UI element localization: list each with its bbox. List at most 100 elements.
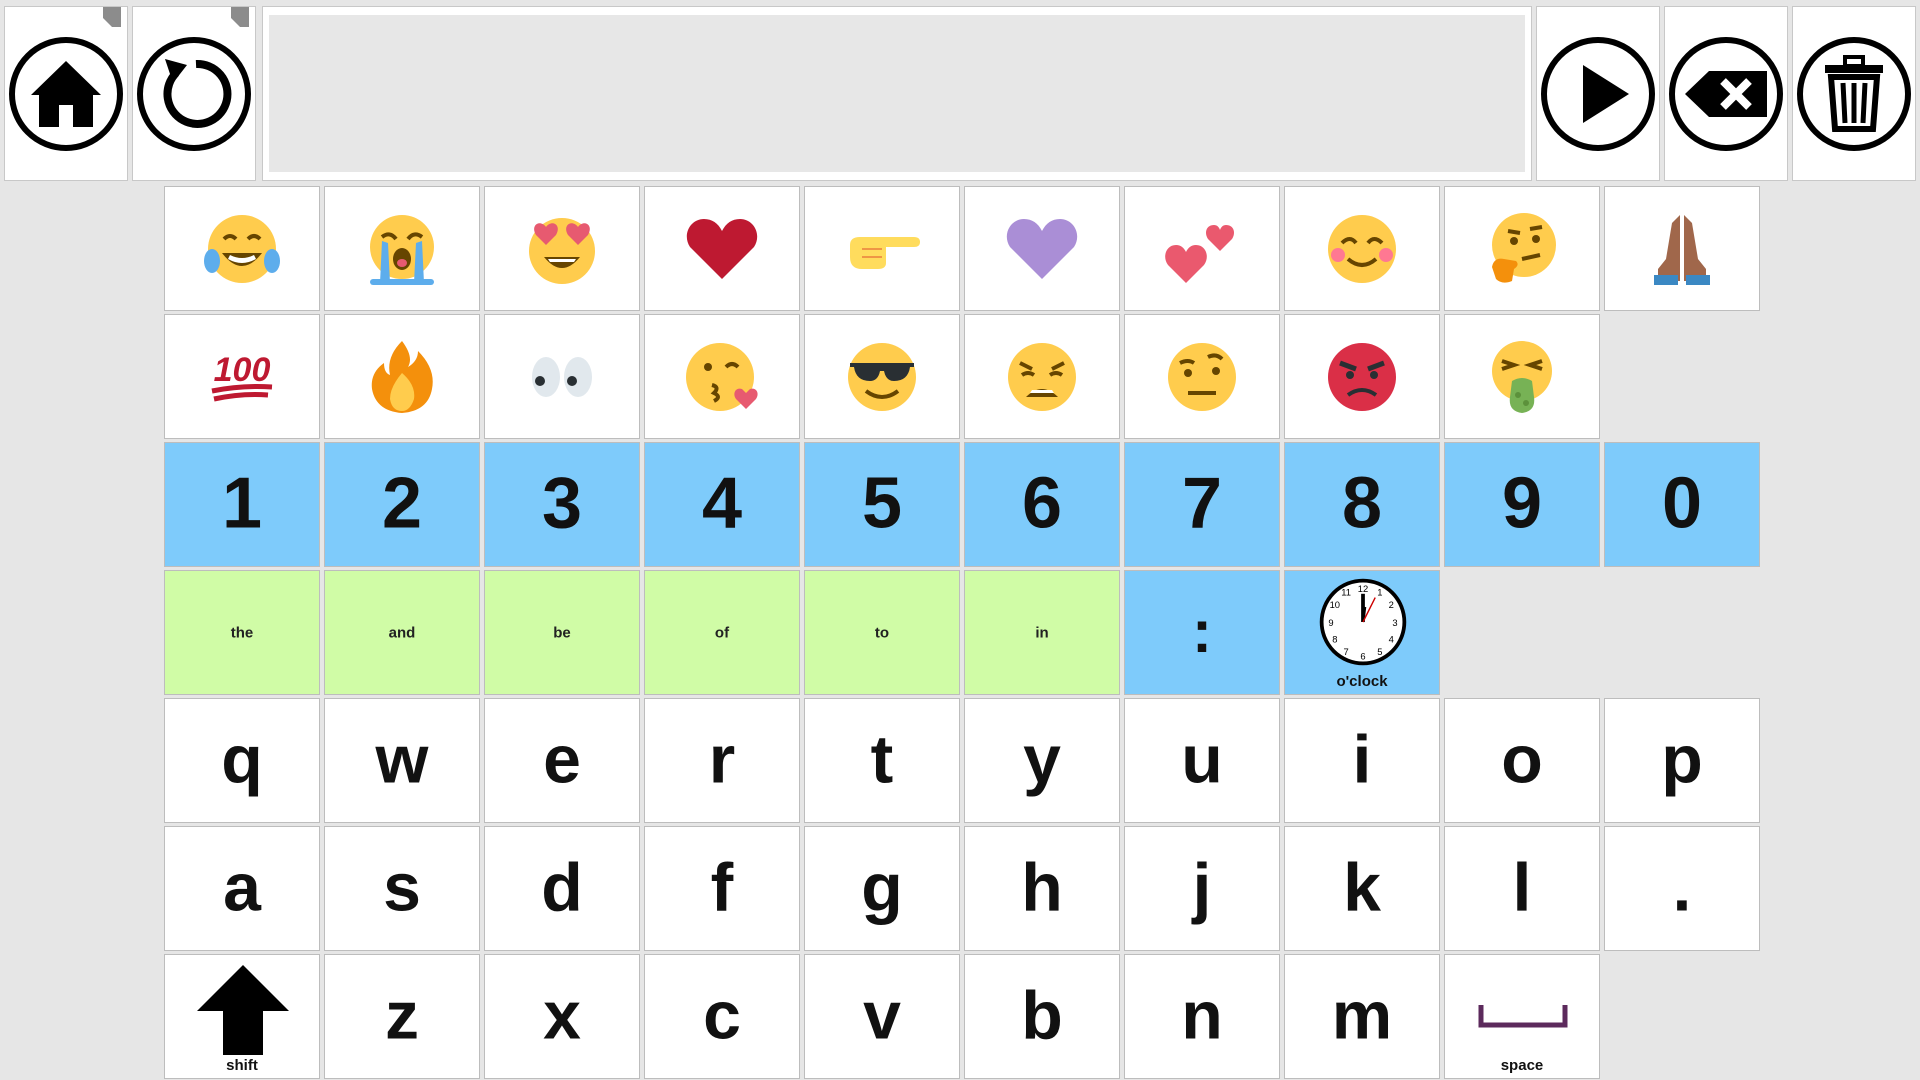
letter-key-r[interactable]: r	[644, 698, 800, 823]
letter-key-w[interactable]: w	[324, 698, 480, 823]
key-label: l	[1512, 848, 1532, 925]
key-label: h	[1021, 848, 1063, 925]
letter-key-t[interactable]: t	[804, 698, 960, 823]
letter-key-d[interactable]: d	[484, 826, 640, 951]
emoji-key-purple-heart[interactable]	[964, 186, 1120, 311]
emoji-key-pointing-right[interactable]	[804, 186, 960, 311]
period-key[interactable]: .	[1604, 826, 1760, 951]
number-key-2[interactable]: 2	[324, 442, 480, 567]
speak-button[interactable]	[1536, 6, 1660, 181]
face-with-raised-eyebrow-icon	[1168, 342, 1236, 411]
letter-key-c[interactable]: c	[644, 954, 800, 1079]
letter-key-p[interactable]: p	[1604, 698, 1760, 823]
emoji-key-tears-of-joy[interactable]	[164, 186, 320, 311]
folder-corner-icon	[231, 7, 249, 27]
message-bar[interactable]	[262, 6, 1532, 181]
word-key-the[interactable]: the	[164, 570, 320, 695]
emoji-key-raised-eyebrow[interactable]	[1124, 314, 1280, 439]
letter-key-x[interactable]: x	[484, 954, 640, 1079]
word-key-in[interactable]: in	[964, 570, 1120, 695]
face-vomiting-icon	[1492, 340, 1552, 413]
key-label: :	[1192, 597, 1212, 665]
space-key[interactable]: space	[1444, 954, 1600, 1079]
emoji-key-two-hearts[interactable]	[1124, 186, 1280, 311]
home-button[interactable]	[4, 6, 128, 181]
shift-key[interactable]: shift	[164, 954, 320, 1079]
backspace-button[interactable]	[1664, 6, 1788, 181]
svg-text:11: 11	[1341, 587, 1351, 598]
letter-key-b[interactable]: b	[964, 954, 1120, 1079]
letter-key-f[interactable]: f	[644, 826, 800, 951]
letter-key-e[interactable]: e	[484, 698, 640, 823]
word-key-of[interactable]: of	[644, 570, 800, 695]
undo-button[interactable]	[132, 6, 256, 181]
red-heart-icon	[686, 218, 758, 279]
key-label: t	[870, 720, 894, 797]
number-key-6[interactable]: 6	[964, 442, 1120, 567]
number-key-7[interactable]: 7	[1124, 442, 1280, 567]
emoji-key-smiling-eyes[interactable]	[1284, 186, 1440, 311]
fire-icon	[371, 340, 433, 413]
thinking-face-icon	[1492, 212, 1556, 283]
emoji-key-blowing-kiss[interactable]	[644, 314, 800, 439]
colon-key[interactable]: :	[1124, 570, 1280, 695]
emoji-key-folded-hands[interactable]	[1604, 186, 1760, 311]
word-key-and[interactable]: and	[324, 570, 480, 695]
emoji-key-weary[interactable]	[964, 314, 1120, 439]
emoji-key-thinking[interactable]	[1444, 186, 1600, 311]
letter-key-h[interactable]: h	[964, 826, 1120, 951]
key-label: to	[874, 624, 890, 641]
svg-text:8: 8	[1332, 634, 1337, 645]
smiling-face-with-sunglasses-icon	[848, 342, 916, 411]
key-label: f	[710, 848, 734, 925]
key-label: y	[1023, 720, 1061, 797]
emoji-key-vomiting[interactable]	[1444, 314, 1600, 439]
emoji-key-sunglasses[interactable]	[804, 314, 960, 439]
key-label: the	[230, 624, 254, 641]
number-key-4[interactable]: 4	[644, 442, 800, 567]
letter-key-i[interactable]: i	[1284, 698, 1440, 823]
number-key-3[interactable]: 3	[484, 442, 640, 567]
number-key-9[interactable]: 9	[1444, 442, 1600, 567]
letter-key-n[interactable]: n	[1124, 954, 1280, 1079]
key-label: b	[1021, 976, 1063, 1053]
emoji-key-fire[interactable]	[324, 314, 480, 439]
emoji-key-eyes[interactable]	[484, 314, 640, 439]
key-label: s	[383, 848, 421, 925]
emoji-key-loudly-crying[interactable]	[324, 186, 480, 311]
number-key-0[interactable]: 0	[1604, 442, 1760, 567]
letter-key-o[interactable]: o	[1444, 698, 1600, 823]
letter-key-j[interactable]: j	[1124, 826, 1280, 951]
letter-key-v[interactable]: v	[804, 954, 960, 1079]
number-key-8[interactable]: 8	[1284, 442, 1440, 567]
emoji-key-heart-eyes[interactable]	[484, 186, 640, 311]
oclock-key[interactable]: 12 1 2 3 45 6 78 9 10 11 o'clock	[1284, 570, 1440, 695]
word-key-to[interactable]: to	[804, 570, 960, 695]
key-label: z	[385, 976, 419, 1053]
emoji-key-red-heart[interactable]	[644, 186, 800, 311]
backspace-icon	[1685, 70, 1767, 117]
letter-key-z[interactable]: z	[324, 954, 480, 1079]
letter-key-u[interactable]: u	[1124, 698, 1280, 823]
clear-button[interactable]	[1792, 6, 1916, 181]
heart-eyes-icon	[529, 217, 595, 284]
emoji-key-hundred[interactable]: 100	[164, 314, 320, 439]
letter-key-l[interactable]: l	[1444, 826, 1600, 951]
key-label: 2	[381, 462, 423, 543]
number-key-5[interactable]: 5	[804, 442, 960, 567]
letter-key-g[interactable]: g	[804, 826, 960, 951]
letter-key-a[interactable]: a	[164, 826, 320, 951]
emoji-key-pouting[interactable]	[1284, 314, 1440, 439]
loudly-crying-face-icon	[370, 214, 434, 285]
word-key-be[interactable]: be	[484, 570, 640, 695]
letter-key-q[interactable]: q	[164, 698, 320, 823]
key-label: o	[1501, 720, 1543, 797]
play-icon	[1583, 64, 1629, 123]
number-key-1[interactable]: 1	[164, 442, 320, 567]
letter-key-k[interactable]: k	[1284, 826, 1440, 951]
letter-key-m[interactable]: m	[1284, 954, 1440, 1079]
key-label: space	[1500, 1057, 1544, 1074]
letter-key-s[interactable]: s	[324, 826, 480, 951]
letter-key-y[interactable]: y	[964, 698, 1120, 823]
key-label: k	[1343, 848, 1381, 925]
